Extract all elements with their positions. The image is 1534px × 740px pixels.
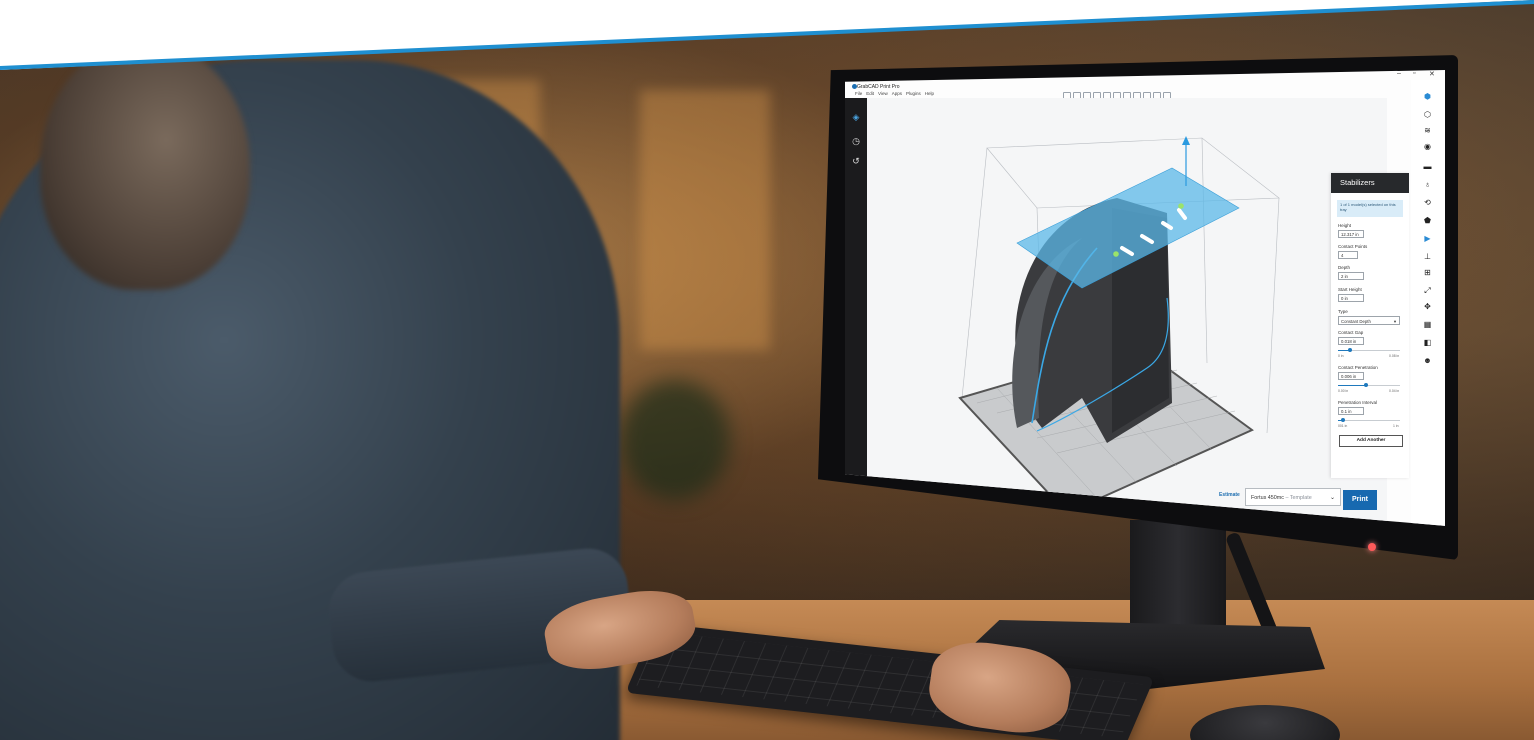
contact-points-label: Contact Points — [1338, 244, 1368, 249]
printer-template: – Template — [1285, 495, 1312, 501]
estimate-link[interactable]: Estimate — [1219, 492, 1240, 498]
type-value: Constant Depth — [1341, 319, 1371, 324]
user-icon[interactable]: ☻ — [1423, 356, 1432, 365]
arrange-icon[interactable]: ⊞ — [1423, 268, 1432, 277]
close-icon[interactable]: ✕ — [1429, 70, 1435, 78]
material-icon[interactable]: ◉ — [1423, 142, 1432, 151]
start-height-label: Start Height — [1338, 287, 1362, 292]
penetration-interval-label: Penetration Interval — [1338, 400, 1378, 405]
menu-apps[interactable]: Apps — [892, 91, 902, 96]
grid-icon[interactable]: ▦ — [1423, 320, 1432, 329]
mirror-icon[interactable]: ◧ — [1423, 338, 1432, 347]
slice-icon[interactable]: ▬ — [1423, 162, 1432, 171]
printer-select[interactable]: Fortus 450mc – Template ⌄ — [1245, 488, 1341, 506]
penetration-interval-field[interactable]: 0.1 in — [1338, 407, 1364, 415]
app-window: GrabCAD Print Pro – ▫ ✕ File Edit View A… — [845, 70, 1445, 526]
start-height-field[interactable]: 0 in — [1338, 294, 1364, 302]
height-label: Height — [1338, 223, 1352, 228]
panel-title: Stabilizers — [1331, 173, 1409, 193]
add-model-icon[interactable]: ⬡ — [1423, 110, 1432, 119]
type-select[interactable]: Constant Depth ▾ — [1338, 316, 1400, 325]
add-another-button[interactable]: Add Another — [1339, 435, 1403, 447]
penetration-interval-min: 001 in — [1338, 424, 1348, 428]
clock-icon[interactable]: ◷ — [851, 136, 861, 146]
chevron-down-icon: ▾ — [1393, 319, 1396, 324]
right-toolbar: ⬢ ⬡ ≋ ◉ ▬ ♁ ⟲ ⬟ ▶ ⊥ ⊞ ⤢ ✥ ▦ ◧ ☻ — [1411, 80, 1445, 526]
height-field[interactable]: 12.317 in — [1338, 230, 1364, 238]
contact-gap-label: Contact Gap — [1338, 330, 1364, 335]
contact-points-field[interactable]: 4 — [1338, 251, 1358, 259]
place-icon[interactable]: ⬟ — [1423, 216, 1432, 225]
printer-name: Fortus 450mc — [1251, 495, 1284, 501]
contact-gap-slider[interactable] — [1338, 348, 1400, 352]
menu-file[interactable]: File — [855, 91, 862, 96]
align-icon[interactable]: ⊥ — [1423, 252, 1432, 261]
stabilizers-icon[interactable]: ▶ — [1423, 234, 1432, 243]
depth-field[interactable]: 2 in — [1338, 272, 1364, 280]
3d-scene — [870, 136, 1280, 515]
stabilizers-panel: Stabilizers 1 of 1 model(s) selected on … — [1331, 173, 1409, 478]
scale-icon[interactable]: ⤢ — [1423, 286, 1432, 295]
penetration-interval-max: 1 in — [1393, 424, 1399, 428]
depth-label: Depth — [1338, 265, 1351, 270]
history-icon[interactable]: ↺ — [851, 156, 861, 166]
menu-edit[interactable]: Edit — [866, 91, 874, 96]
selection-info: 1 of 1 model(s) selected on this tray — [1337, 200, 1403, 217]
left-sidebar: ◈ ◷ ↺ — [845, 98, 867, 498]
print-button[interactable]: Print — [1343, 490, 1377, 510]
minimize-icon[interactable]: – — [1397, 70, 1401, 77]
model-icon[interactable]: ⬢ — [1423, 92, 1432, 101]
move-icon[interactable]: ✥ — [1423, 302, 1432, 311]
window-blur — [640, 90, 770, 350]
contact-gap-min: 0 in — [1338, 354, 1344, 358]
support-icon[interactable]: ♁ — [1423, 180, 1432, 189]
plant-blur-small — [620, 380, 730, 500]
app-title: GrabCAD Print Pro — [857, 84, 900, 90]
contact-penetration-min: 0.00 in — [1338, 389, 1349, 393]
contact-penetration-max: 0.04 in — [1389, 389, 1400, 393]
contact-penetration-slider[interactable] — [1338, 383, 1400, 387]
contact-penetration-field[interactable]: 0.006 in — [1338, 372, 1364, 380]
person-head — [40, 40, 250, 290]
layers-icon[interactable]: ≋ — [1423, 126, 1432, 135]
3d-viewport[interactable] — [867, 98, 1387, 526]
type-label: Type — [1338, 309, 1348, 314]
contact-gap-field[interactable]: 0.018 in — [1338, 337, 1364, 345]
contact-penetration-label: Contact Penetration — [1338, 365, 1378, 370]
contact-gap-max: 0.08 in — [1389, 354, 1400, 358]
rotate-icon[interactable]: ⟲ — [1423, 198, 1432, 207]
menu-help[interactable]: Help — [925, 91, 934, 96]
penetration-interval-slider[interactable] — [1338, 418, 1400, 422]
chevron-down-icon: ⌄ — [1329, 495, 1335, 501]
menu-view[interactable]: View — [878, 91, 888, 96]
power-led — [1368, 543, 1376, 551]
maximize-icon[interactable]: ▫ — [1413, 70, 1415, 77]
menu-plugins[interactable]: Plugins — [906, 91, 921, 96]
models-icon[interactable]: ◈ — [851, 112, 861, 122]
menu-bar: File Edit View Apps Plugins Help — [855, 91, 934, 96]
